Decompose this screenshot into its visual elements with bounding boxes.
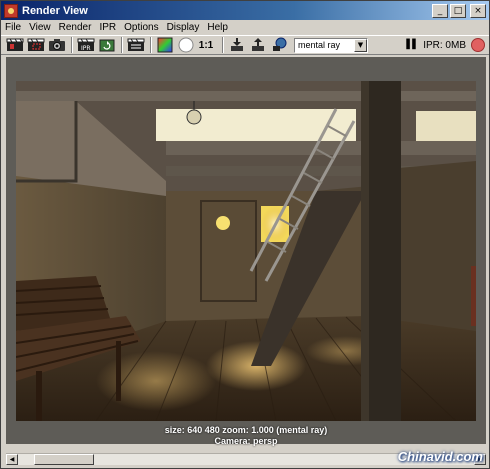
window-title: Render View <box>22 4 88 17</box>
site-watermark: Chinavid.com <box>397 449 483 464</box>
maximize-button[interactable]: □ <box>450 3 466 18</box>
snapshot-icon[interactable] <box>47 37 66 53</box>
render-viewport[interactable] <box>6 57 486 444</box>
ipr-render-icon[interactable]: IPR <box>76 37 95 53</box>
svg-text:IPR: IPR <box>81 45 91 52</box>
renderer-dropdown-value: mental ray <box>298 40 341 50</box>
toolbar-separator <box>71 37 73 53</box>
render-size-info: size: 640 480 zoom: 1.000 (mental ray) <box>164 425 328 435</box>
alpha-channel-icon[interactable] <box>176 37 195 53</box>
render-view-window: Render View _ □ × File View Render IPR O… <box>0 0 490 469</box>
menu-help[interactable]: Help <box>207 22 228 33</box>
pause-ipr-icon[interactable]: ▌▌ <box>406 40 419 50</box>
title-bar[interactable]: Render View _ □ × <box>1 1 489 20</box>
render-status: size: 640 480 zoom: 1.000 (mental ray) C… <box>6 425 486 451</box>
menu-ipr[interactable]: IPR <box>99 22 116 33</box>
renderer-dropdown[interactable]: mental ray ▼ <box>294 37 368 53</box>
real-size-button[interactable]: 1:1 <box>197 40 215 51</box>
menu-view[interactable]: View <box>29 22 51 33</box>
minimize-button[interactable]: _ <box>432 3 448 18</box>
menu-bar: File View Render IPR Options Display Hel… <box>1 20 489 35</box>
ipr-memory-label: IPR: 0MB <box>423 39 466 51</box>
render-camera-info: Camera: persp <box>214 436 278 446</box>
ipr-status: ▌▌ IPR: 0MB <box>406 38 485 52</box>
toolbar: IPR 1:1 mental ray ▼ ▌▌ IPR: 0MB <box>1 35 489 55</box>
maya-app-icon <box>4 3 18 18</box>
render-globals-icon[interactable] <box>269 37 288 53</box>
render-region-icon[interactable] <box>26 37 45 53</box>
close-button[interactable]: × <box>470 3 486 18</box>
stop-ipr-icon[interactable] <box>471 38 485 52</box>
rendered-image <box>16 81 476 421</box>
menu-options[interactable]: Options <box>124 22 158 33</box>
toolbar-separator <box>150 37 152 53</box>
toolbar-separator <box>121 37 123 53</box>
scrollbar-thumb[interactable] <box>34 454 94 465</box>
refresh-ipr-icon[interactable] <box>97 37 116 53</box>
menu-render[interactable]: Render <box>59 22 92 33</box>
redo-render-icon[interactable] <box>5 37 24 53</box>
chevron-down-icon[interactable]: ▼ <box>354 38 367 52</box>
scroll-left-icon[interactable]: ◀ <box>6 454 18 465</box>
keep-image-icon[interactable] <box>227 37 246 53</box>
render-settings-icon[interactable] <box>126 37 145 53</box>
menu-file[interactable]: File <box>5 22 21 33</box>
menu-display[interactable]: Display <box>167 22 200 33</box>
rgb-channels-icon[interactable] <box>155 37 174 53</box>
remove-image-icon[interactable] <box>248 37 267 53</box>
toolbar-separator <box>222 37 224 53</box>
